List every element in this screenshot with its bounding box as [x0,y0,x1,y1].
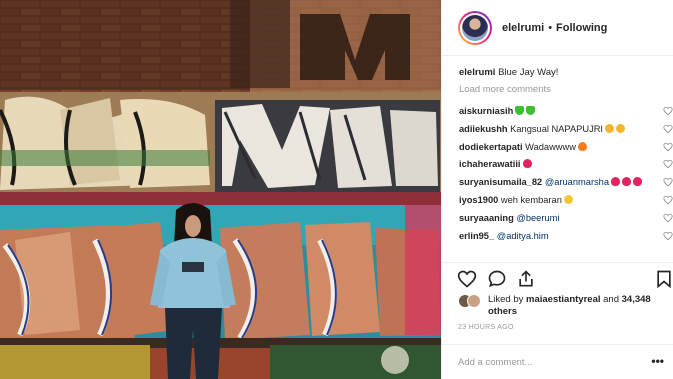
emoji-icon [522,159,532,169]
emoji-icon [633,177,643,187]
emoji-icon [622,177,632,187]
emoji-icon [563,195,573,204]
comment-like-heart-icon[interactable] [663,142,673,152]
likes-summary: Liked by maiaestiantyreal and 34,348 oth… [458,292,668,322]
emoji-icon [616,123,626,133]
avatar-image [462,14,488,41]
comment-like-heart-icon[interactable] [663,213,673,223]
comment-item: adiiekushh Kangsual NAPAPUJRI [459,122,673,136]
comment-list: aiskurniasih adiiekushh Kangsual NAPAPUJR… [459,104,673,264]
comment-text: weh kembaran [500,195,562,205]
add-comment-input[interactable]: Add a comment... [458,357,532,368]
comment-item: iyos1900 weh kembaran [459,193,673,207]
liked-by-conj: and [603,294,619,305]
load-more-comments-button[interactable]: Load more comments [459,84,659,95]
caption-username[interactable]: elelrumi [459,67,495,78]
comment-item: erlin95_ @aditya.him [459,229,673,243]
comments-section: elelrumi Blue Jay Way! Load more comment… [459,66,659,95]
comment-username[interactable]: erlin95_ [459,231,494,241]
liker-avatar [467,294,481,308]
comment-like-heart-icon[interactable] [663,195,673,205]
post-header: elelrumi • Following [442,0,673,56]
comment-mention[interactable]: @beerumi [516,213,559,223]
post-side-panel: elelrumi • Following elelrumi Blue Jay W… [441,0,673,379]
comment-like-heart-icon[interactable] [663,106,673,116]
liked-by-user[interactable]: maiaestiantyreal [526,294,600,305]
post-photo[interactable] [0,0,441,379]
comment-item: ichaherawatiii [459,157,673,171]
emoji-icon [611,177,621,187]
comment-mention[interactable]: @aruanmarsha [545,177,609,187]
comment-mention[interactable]: @aditya.him [497,231,549,241]
likes-count[interactable]: 34,348 [622,294,651,305]
following-button[interactable]: Following [556,22,607,34]
likes-others[interactable]: others [488,306,517,317]
comment-item: dodiekertapati Wadawwww [459,140,673,154]
post-caption: elelrumi Blue Jay Way! [459,66,659,79]
comment-username[interactable]: ichaherawatiii [459,159,521,169]
comment-username[interactable]: adiiekushh [459,124,508,134]
add-comment-bar: Add a comment... ••• [442,344,673,379]
post-timestamp[interactable]: 23 HOURS AGO [458,324,514,331]
liked-by-text: Liked by maiaestiantyreal and 34,348 oth… [488,294,668,318]
heart-icon[interactable] [457,269,477,289]
avatar[interactable] [458,10,492,45]
comment-username[interactable]: suryanisumaila_82 [459,177,542,187]
emoji-icon [526,106,536,115]
share-icon[interactable] [516,269,536,289]
liked-by-prefix: Liked by [488,294,524,305]
comment-username[interactable]: aiskurniasih [459,106,513,116]
comment-text: Wadawwww [525,141,576,152]
emoji-icon [605,123,615,133]
more-options-icon[interactable]: ••• [651,354,664,368]
post-actions [442,262,673,294]
comment-username[interactable]: iyos1900 [459,195,498,205]
comment-text: Kangsual NAPAPUJRI [510,123,604,134]
comment-like-heart-icon[interactable] [663,159,673,169]
caption-text: Blue Jay Way! [498,67,559,78]
bookmark-icon[interactable] [654,269,673,289]
comment-like-heart-icon[interactable] [663,231,673,241]
comment-item: suryaaaning @beerumi [459,211,673,225]
comment-like-heart-icon[interactable] [663,177,673,187]
comment-icon[interactable] [487,269,507,289]
header-username[interactable]: elelrumi [502,22,544,34]
comment-item: suryanisumaila_82 @aruanmarsha [459,175,673,189]
comment-like-heart-icon[interactable] [663,124,673,134]
comment-item: aiskurniasih [459,104,673,118]
graffiti-wall-image [0,0,441,379]
comment-username[interactable]: dodiekertapati [459,142,523,152]
comment-username[interactable]: suryaaaning [459,213,514,223]
header-separator: • [548,21,553,34]
emoji-icon [515,106,525,115]
emoji-icon [577,141,587,151]
